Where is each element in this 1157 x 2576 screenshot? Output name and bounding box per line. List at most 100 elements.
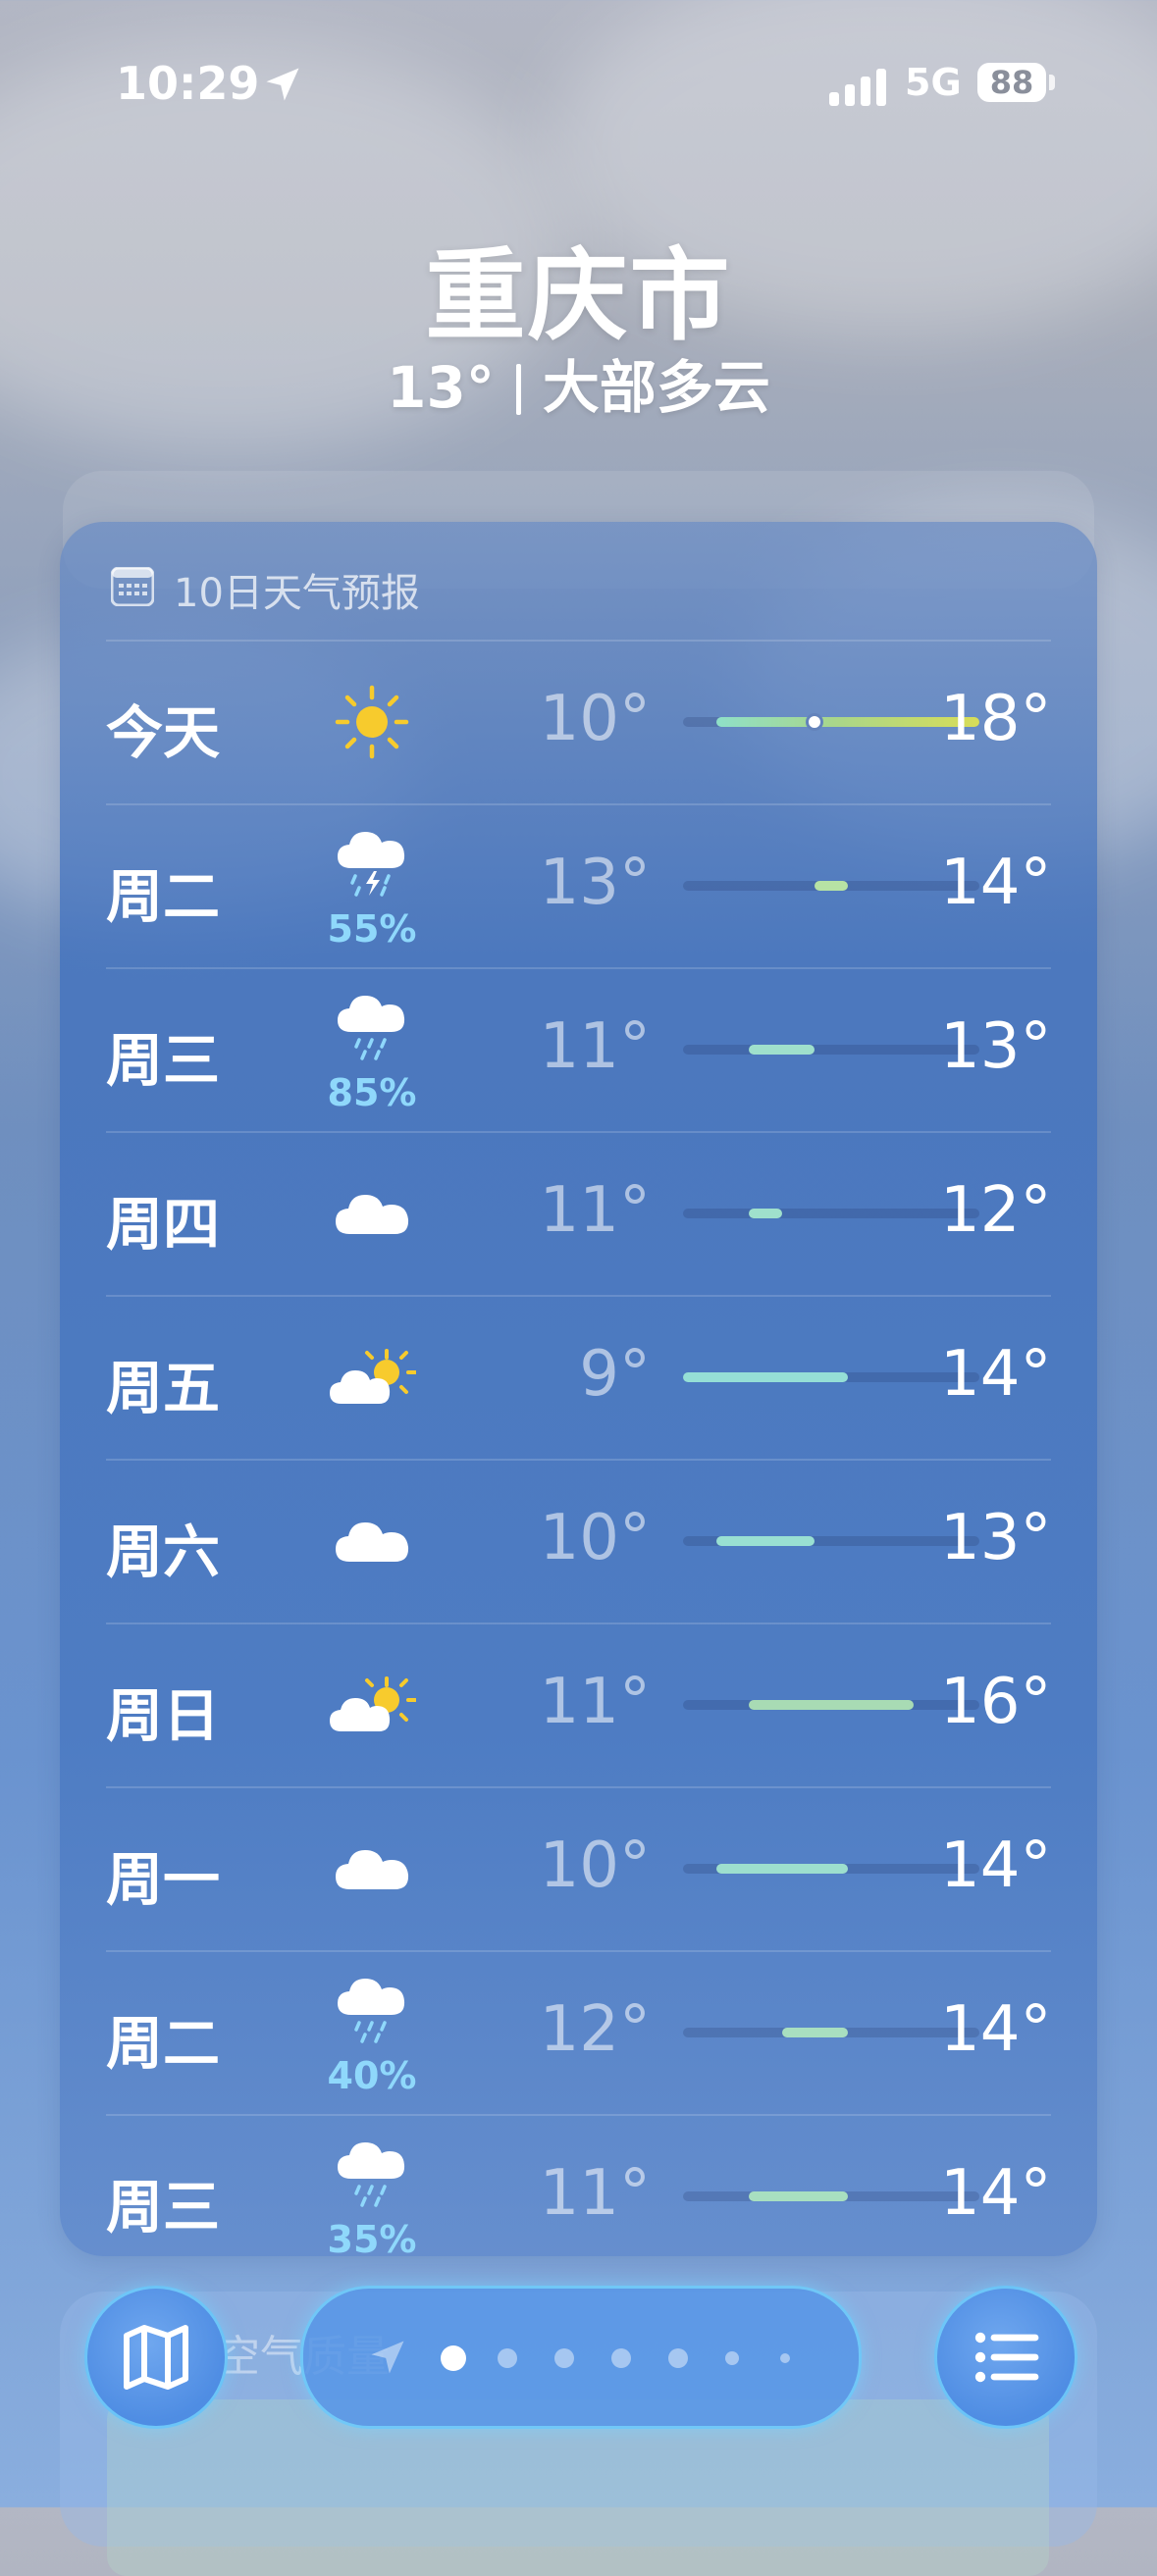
sun-icon (328, 678, 416, 766)
temp-range-fill (749, 1045, 815, 1055)
high-temp: 12° (940, 1174, 1052, 1247)
forecast-row[interactable]: 周三 35% 11° 14° (106, 2114, 1051, 2256)
precip-chance: 85% (327, 1071, 417, 1114)
current-conditions: 13° 大部多云 (0, 341, 1157, 424)
low-temp: 10° (539, 1829, 651, 1902)
location-arrow-icon (371, 2341, 404, 2374)
cellular-signal-icon (829, 67, 890, 106)
day-label: 周二 (106, 2010, 221, 2077)
day-label: 周三 (106, 1027, 221, 1094)
temp-range-fill (749, 1209, 782, 1218)
high-temp: 18° (940, 683, 1052, 755)
status-bar: 10:29 5G 88 (0, 47, 1157, 126)
page-dot[interactable] (441, 2345, 466, 2371)
high-temp: 14° (940, 1829, 1052, 1902)
forecast-row[interactable]: 周日 11° 16° (106, 1623, 1051, 1786)
temp-range-bar (683, 1864, 979, 1874)
high-temp: 14° (940, 1338, 1052, 1411)
low-temp: 10° (539, 683, 651, 755)
forecast-row[interactable]: 周四 11° 12° (106, 1131, 1051, 1295)
current-temp: 13° (387, 354, 495, 421)
day-label: 周六 (106, 1519, 221, 1585)
forecast-row[interactable]: 周五 9° 14° (106, 1295, 1051, 1459)
high-temp: 14° (940, 1993, 1052, 2066)
temp-range-fill (715, 1536, 815, 1546)
temp-range-bar (683, 881, 979, 891)
temp-range-bar (683, 713, 979, 731)
high-temp: 13° (940, 1010, 1052, 1083)
temp-range-fill (683, 1372, 848, 1382)
forecast-row[interactable]: 周六 10° 13° (106, 1459, 1051, 1623)
current-temp-marker (806, 713, 824, 731)
high-temp: 14° (940, 847, 1052, 919)
city-name: 重庆市 (425, 238, 732, 355)
rain-icon (328, 2128, 416, 2216)
cloud-icon (328, 1497, 416, 1585)
low-temp: 11° (539, 1666, 651, 1738)
page-dot[interactable] (554, 2348, 574, 2368)
day-label: 周日 (106, 1682, 221, 1749)
forecast-row[interactable]: 周二 55% 13° 14° (106, 803, 1051, 967)
forecast-row[interactable]: 周三 85% 11° 13° (106, 967, 1051, 1131)
forecast-row[interactable]: 周一 10° 14° (106, 1786, 1051, 1950)
temp-range-fill (781, 2028, 848, 2037)
rain-icon (328, 1964, 416, 2052)
day-label: 周三 (106, 2174, 221, 2241)
battery-icon: 88 (977, 63, 1046, 102)
city-list-button[interactable] (934, 2286, 1078, 2429)
map-button[interactable] (84, 2286, 228, 2429)
low-temp: 12° (539, 1993, 651, 2066)
temp-range-bar (683, 1209, 979, 1218)
low-temp: 13° (539, 847, 651, 919)
low-temp: 11° (539, 1010, 651, 1083)
condition-text: 大部多云 (542, 354, 770, 421)
page-indicator[interactable] (300, 2286, 862, 2429)
cloud-icon (328, 1825, 416, 1913)
location-arrow-icon (266, 68, 299, 101)
temp-range-bar (683, 1372, 979, 1382)
status-time: 10:29 (116, 57, 260, 110)
network-type: 5G (905, 61, 962, 104)
temp-range-fill (749, 1700, 914, 1710)
low-temp: 10° (539, 1502, 651, 1574)
forecast-row[interactable]: 周二 40% 12° 14° (106, 1950, 1051, 2114)
precip-chance: 35% (327, 2218, 417, 2256)
partly-sunny-icon (328, 1661, 417, 1749)
temp-range-bar (683, 1045, 979, 1055)
battery-cap (1049, 75, 1055, 90)
page-dot[interactable] (668, 2348, 688, 2368)
rain-icon (328, 981, 416, 1069)
calendar-icon (111, 567, 154, 606)
page-dot[interactable] (725, 2351, 739, 2365)
day-label: 今天 (106, 699, 221, 766)
temp-range-bar (683, 2028, 979, 2037)
temp-range-bar (683, 1700, 979, 1710)
page-dot[interactable] (498, 2348, 517, 2368)
cloud-icon (328, 1169, 416, 1258)
day-label: 周二 (106, 863, 221, 930)
forecast-rows: 今天 10° 18° 周二 55% 13° 14° 周三 85% 11° 13° 周四 11° 12° 周五… (106, 640, 1051, 2256)
low-temp: 11° (539, 1174, 651, 1247)
divider (515, 364, 521, 415)
high-temp: 13° (940, 1502, 1052, 1574)
list-icon (974, 2332, 1039, 2383)
forecast-row[interactable]: 今天 10° 18° (106, 640, 1051, 803)
temp-range-fill (815, 881, 848, 891)
precip-chance: 55% (327, 907, 417, 951)
day-label: 周五 (106, 1355, 221, 1421)
page-dot[interactable] (780, 2353, 790, 2363)
temp-range-bar (683, 1536, 979, 1546)
page-dot[interactable] (611, 2348, 631, 2368)
temp-range-fill (749, 2191, 848, 2201)
partly-sunny-icon (328, 1333, 417, 1421)
high-temp: 16° (940, 1666, 1052, 1738)
temp-range-bar (683, 2191, 979, 2201)
low-temp: 11° (539, 2157, 651, 2230)
ten-day-forecast-card[interactable]: 10日天气预报 今天 10° 18° 周二 55% 13° 14° 周三 85% 11° 13° 周四… (60, 522, 1097, 2256)
thunderstorm-icon (328, 817, 416, 905)
day-label: 周一 (106, 1846, 221, 1913)
low-temp: 9° (579, 1338, 651, 1411)
day-label: 周四 (106, 1191, 221, 1258)
temp-range-fill (715, 1864, 848, 1874)
precip-chance: 40% (327, 2054, 417, 2097)
